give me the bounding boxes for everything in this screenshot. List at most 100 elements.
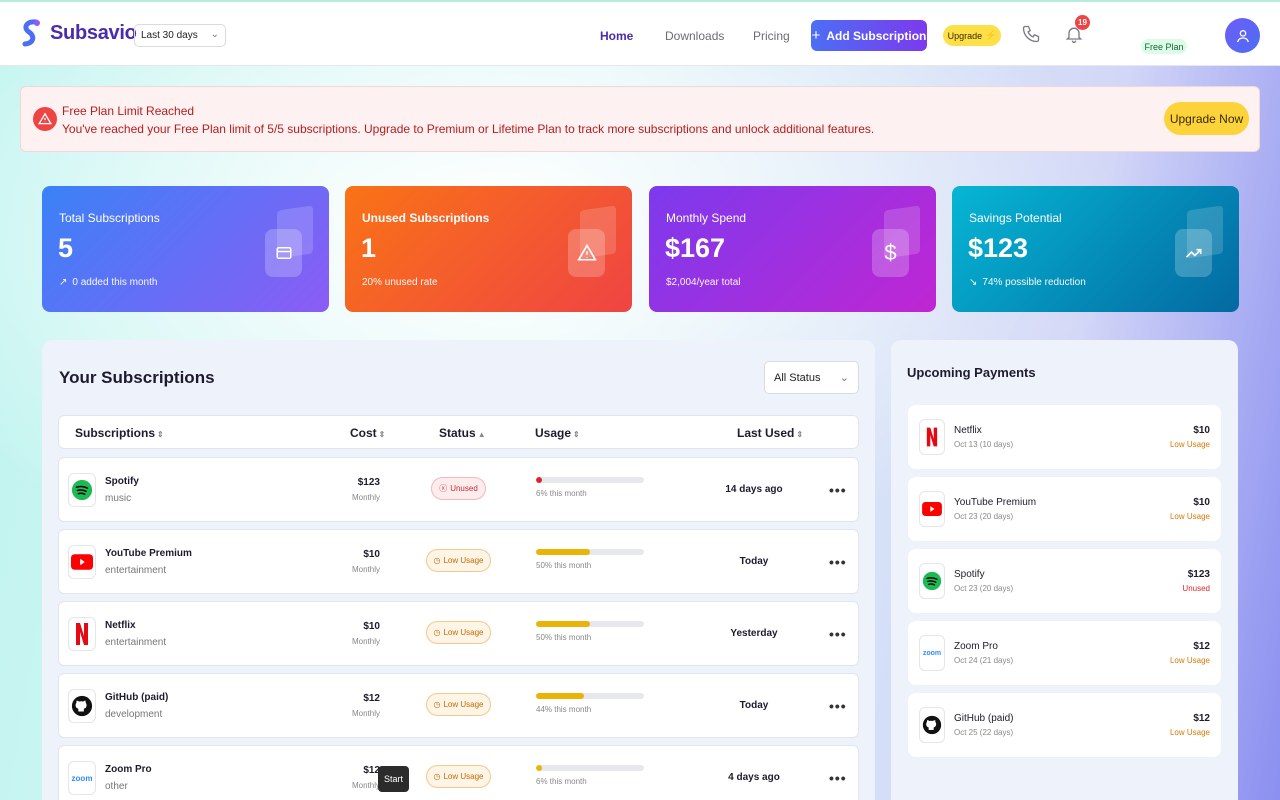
add-subscription-label: Add Subscription [826, 28, 927, 43]
subscription-name: Netflix [105, 620, 136, 631]
col-status[interactable]: Status ▲ [439, 426, 486, 440]
user-avatar[interactable] [1225, 18, 1260, 53]
stat-subtext: ↗ 0 added this month [59, 277, 157, 288]
status-filter-value: All Status [774, 372, 821, 384]
subscription-cost: $123 [357, 477, 380, 488]
last-used: Today [739, 556, 769, 567]
col-last-used[interactable]: Last Used ⇕ [737, 426, 803, 440]
table-row[interactable]: Spotify music $123 Monthly ⓧ Unused 6% th… [58, 457, 859, 522]
col-cost[interactable]: Cost ⇕ [350, 426, 385, 440]
stat-card-savings: Savings Potential $123 ↘ 74% possible red… [952, 186, 1239, 312]
user-icon [1236, 29, 1249, 42]
stat-value: $167 [665, 233, 726, 263]
arrow-up-right-icon: ↗ [59, 277, 68, 288]
subscription-period: Monthly [351, 565, 380, 574]
payment-date: Oct 13 (10 days) [954, 440, 1014, 449]
status-label: Low Usage [443, 700, 484, 709]
usage-label: 44% this month [536, 705, 592, 714]
subscription-name: GitHub (paid) [105, 692, 169, 703]
stat-subtext-label: 74% possible reduction [982, 277, 1086, 288]
usage-bar [536, 765, 644, 771]
phone-icon[interactable] [1021, 24, 1041, 49]
last-used: 4 days ago [728, 772, 780, 783]
payment-name: YouTube Premium [954, 497, 1037, 508]
subscription-cost: $12 [363, 693, 380, 704]
subscription-period: Monthly [351, 493, 380, 502]
stat-subtext: 20% unused rate [362, 277, 438, 288]
more-options-icon[interactable]: ••• [829, 770, 847, 786]
stat-subtext: ↘ 74% possible reduction [969, 277, 1086, 288]
stat-label: Savings Potential [969, 211, 1062, 225]
upgrade-label: Upgrade [947, 30, 983, 41]
more-options-icon[interactable]: ••• [829, 698, 847, 714]
usage-bar-fill [536, 621, 590, 627]
subscriptions-panel: Your Subscriptions All Status ⌄ Subscrip… [42, 340, 875, 800]
last-used: Today [739, 700, 769, 711]
sort-icon: ⇕ [157, 430, 164, 439]
subscription-period: Monthly [351, 709, 380, 718]
upgrade-now-button[interactable]: Upgrade Now [1164, 102, 1249, 135]
clock-icon: ◷ [433, 556, 441, 565]
more-options-icon[interactable]: ••• [829, 626, 847, 642]
payment-amount: $12 [1193, 641, 1210, 652]
payment-status: Unused [1182, 584, 1210, 593]
payment-item[interactable]: Netflix Oct 13 (10 days) $10 Low Usage [908, 405, 1221, 469]
alert-title: Free Plan Limit Reached [62, 104, 195, 118]
table-row[interactable]: YouTube Premium entertainment $10 Monthl… [58, 529, 859, 594]
status-filter-select[interactable]: All Status ⌄ [764, 361, 859, 394]
payment-status: Low Usage [1169, 656, 1210, 665]
table-row[interactable]: GitHub (paid) development $12 Monthly ◷ L… [58, 673, 859, 738]
payment-date: Oct 25 (22 days) [954, 728, 1014, 737]
github-logo-icon [919, 707, 945, 743]
last-used: Yesterday [730, 628, 778, 639]
col-subscriptions[interactable]: Subscriptions ⇕ [75, 426, 164, 440]
payment-status: Low Usage [1169, 440, 1210, 449]
stat-label: Total Subscriptions [59, 211, 160, 225]
chevron-down-icon: ⌄ [839, 372, 849, 384]
payment-name: Netflix [954, 425, 982, 436]
payment-item[interactable]: YouTube Premium Oct 23 (20 days) $10 Low… [908, 477, 1221, 541]
status-badge: ◷ Low Usage [426, 765, 491, 788]
panel-title: Your Subscriptions [59, 368, 215, 387]
subscription-category: music [105, 493, 132, 504]
netflix-logo-icon [68, 617, 96, 651]
subscription-category: entertainment [105, 565, 167, 576]
payment-date: Oct 24 (21 days) [954, 656, 1014, 665]
stat-value: 5 [58, 233, 74, 263]
payment-item[interactable]: Spotify Oct 23 (20 days) $123 Unused [908, 549, 1221, 613]
spotify-logo-icon [68, 473, 96, 507]
upcoming-payments-panel: Upcoming Payments Netflix Oct 13 (10 day… [891, 340, 1238, 800]
alert-warning-icon [33, 107, 57, 131]
payment-name: Spotify [954, 569, 985, 580]
spotify-logo-icon [919, 563, 945, 599]
nav-pricing[interactable]: Pricing [753, 29, 790, 43]
payment-item[interactable]: GitHub (paid) Oct 25 (22 days) $12 Low U… [908, 693, 1221, 757]
subscription-period: Monthly [351, 637, 380, 646]
date-range-select[interactable]: Last 30 days ⌄ [134, 24, 226, 47]
stat-subtext-label: 0 added this month [72, 277, 158, 288]
subscription-category: development [105, 709, 163, 720]
nav-downloads[interactable]: Downloads [665, 29, 724, 43]
more-options-icon[interactable]: ••• [829, 554, 847, 570]
table-row[interactable]: Netflix entertainment $10 Monthly ◷ Low U… [58, 601, 859, 666]
col-cost-label: Cost [350, 426, 377, 440]
status-label: Low Usage [443, 556, 484, 565]
more-options-icon[interactable]: ••• [829, 482, 847, 498]
upgrade-button[interactable]: Upgrade ⚡ [943, 25, 1001, 46]
netflix-logo-icon [919, 419, 945, 455]
stat-card-total: Total Subscriptions 5 ↗ 0 added this mont… [42, 186, 329, 312]
table-row[interactable]: zoom Zoom Pro other $12 Monthly ◷ Low Usa… [58, 745, 859, 800]
subscription-cost: $10 [363, 621, 380, 632]
status-badge: ⓧ Unused [431, 477, 486, 500]
payment-item[interactable]: zoom Zoom Pro Oct 24 (21 days) $12 Low U… [908, 621, 1221, 685]
add-subscription-button[interactable]: + Add Subscription [811, 20, 927, 51]
brand-logo[interactable]: Subsavio [20, 19, 137, 47]
col-usage[interactable]: Usage ⇕ [535, 426, 580, 440]
sort-icon: ⇕ [378, 430, 386, 439]
status-badge: ◷ Low Usage [426, 549, 491, 572]
nav-home[interactable]: Home [600, 29, 633, 43]
usage-bar-fill [536, 693, 584, 699]
subscription-category: other [105, 781, 128, 792]
usage-bar [536, 477, 644, 483]
usage-bar-fill [536, 549, 590, 555]
